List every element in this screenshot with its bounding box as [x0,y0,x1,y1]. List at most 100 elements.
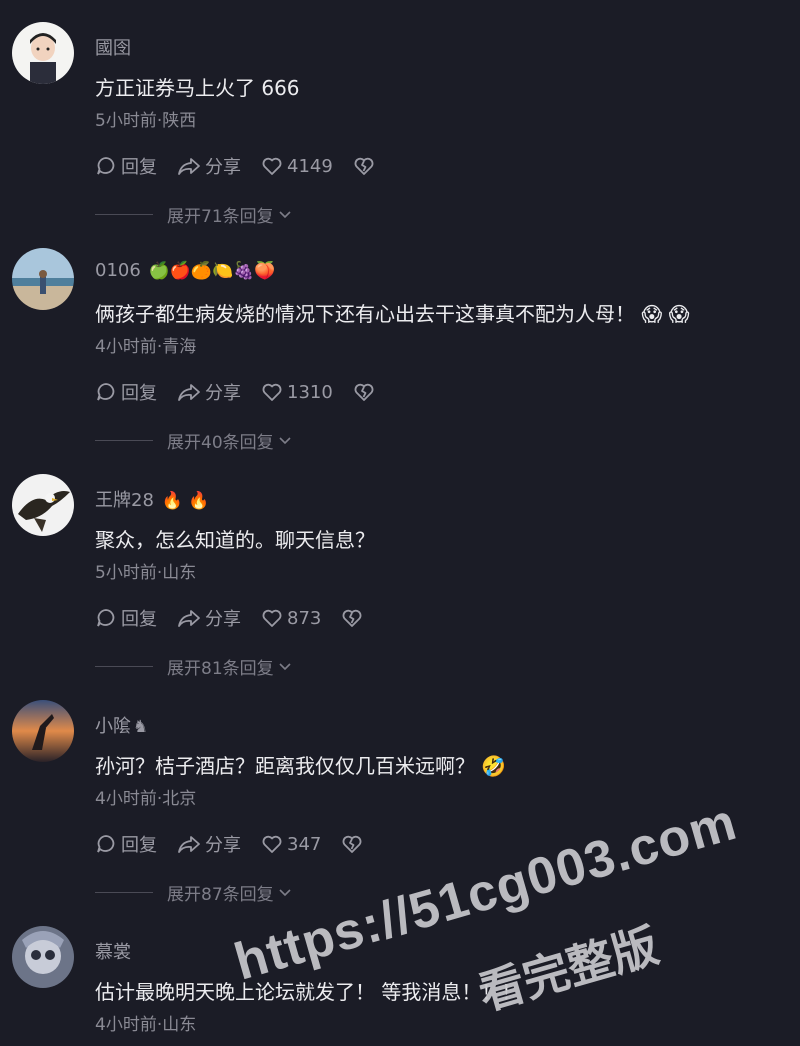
comment-text: 俩孩子都生病发烧的情况下还有心出去干这事真不配为人母！ 😱 😱 [95,298,689,327]
heart-icon [262,609,282,627]
username[interactable]: 國囹 [95,34,131,60]
broken-heart-icon [354,383,374,401]
username-text[interactable]: 小隂 [95,716,131,737]
divider-line [95,891,153,893]
comment-item: 王牌28 🔥 🔥 聚众，怎么知道的。聊天信息？ 5小时前·山东 回复 分享 87… [0,474,800,700]
reply-button[interactable]: 回复 [95,379,157,405]
divider-line [95,213,153,215]
reply-button[interactable]: 回复 [95,605,157,631]
username-text[interactable]: 慕裳 [95,942,131,963]
comment-text: 孙河？桔子酒店？距离我仅仅几百米远啊？ 🤣 [95,750,506,779]
reply-button[interactable]: 回复 [95,831,157,857]
like-count: 873 [287,607,322,629]
comment-body: 孙河？桔子酒店？距离我仅仅几百米远啊？ 🤣 [95,754,507,778]
username[interactable]: 王牌28 🔥 🔥 [95,486,209,512]
heart-icon [262,157,282,175]
like-count: 4149 [287,155,333,177]
username-emojis: ♞ [133,717,149,737]
chevron-down-icon [279,663,291,671]
comment-meta: 4小时前·青海 [95,337,197,357]
avatar[interactable] [12,926,74,988]
dislike-button[interactable] [341,833,367,855]
username-emojis: 🔥 🔥 [161,491,210,511]
chevron-down-icon [279,889,291,897]
comment-body: 聚众，怎么知道的。聊天信息？ [95,528,375,552]
username[interactable]: 慕裳 [95,938,131,964]
dislike-button[interactable] [353,155,379,177]
comment-actions: 回复 分享 4149 [95,154,399,178]
like-count: 1310 [287,381,333,403]
comment-actions: 回复 分享 873 [95,606,387,630]
chevron-down-icon [279,437,291,445]
expand-replies[interactable]: 展开71条回复 [95,202,292,227]
avatar[interactable] [12,700,74,762]
share-label: 分享 [205,157,241,178]
comment-meta: 4小时前·山东 [95,1015,197,1035]
reply-icon [97,383,115,401]
reply-icon [97,157,115,175]
like-button[interactable]: 1310 [261,381,333,403]
comment-text: 估计最晚明天晚上论坛就发了！ 等我消息！！！ [95,976,521,1005]
reply-label: 回复 [121,835,157,856]
dislike-button[interactable] [353,381,379,403]
expand-replies[interactable]: 展开40条回复 [95,428,292,453]
reply-icon [97,609,115,627]
share-icon [178,610,200,627]
broken-heart-icon [342,835,362,853]
share-icon [178,158,200,175]
dislike-button[interactable] [341,607,367,629]
expand-label: 展开87条回复 [167,884,274,905]
expand-label: 展开40条回复 [167,432,274,453]
reply-label: 回复 [121,383,157,404]
reply-icon [97,835,115,853]
like-count: 347 [287,833,322,855]
expand-replies[interactable]: 展开81条回复 [95,654,292,679]
heart-icon [262,383,282,401]
avatar[interactable] [12,22,74,84]
divider-line [95,665,153,667]
expand-label: 展开71条回复 [167,206,274,227]
share-button[interactable]: 分享 [177,605,241,631]
reply-button[interactable]: 回复 [95,153,157,179]
comment-meta: 4小时前·北京 [95,789,197,809]
comment-body: 估计最晚明天晚上论坛就发了！ 等我消息！！！ [95,980,522,1004]
username-text[interactable]: 王牌28 [95,490,154,511]
avatar[interactable] [12,248,74,310]
username-emojis: 🍏🍎🍊🍋🍇🍑 [148,261,276,281]
reply-label: 回复 [121,609,157,630]
comment-meta: 5小时前·山东 [95,563,197,583]
like-button[interactable]: 873 [261,607,321,629]
share-label: 分享 [205,609,241,630]
expand-label: 展开81条回复 [167,658,274,679]
broken-heart-icon [354,157,374,175]
comment-item: 0106 🍏🍎🍊🍋🍇🍑 俩孩子都生病发烧的情况下还有心出去干这事真不配为人母！ … [0,248,800,474]
comment-body: 俩孩子都生病发烧的情况下还有心出去干这事真不配为人母！ 😱 😱 [95,302,690,326]
share-label: 分享 [205,383,241,404]
heart-icon [262,835,282,853]
chevron-down-icon [279,211,291,219]
divider-line [95,439,153,441]
comment-actions: 回复 分享 347 [95,832,387,856]
like-button[interactable]: 4149 [261,155,333,177]
share-button[interactable]: 分享 [177,379,241,405]
share-icon [178,836,200,853]
share-button[interactable]: 分享 [177,153,241,179]
username-text[interactable]: 國囹 [95,38,131,59]
avatar[interactable] [12,474,74,536]
share-icon [178,384,200,401]
username-text[interactable]: 0106 [95,260,141,281]
share-label: 分享 [205,835,241,856]
expand-replies[interactable]: 展开87条回复 [95,880,292,905]
comment-item: 國囹 方正证券马上火了 666 5小时前·陕西 回复 分享 4149 展开71条… [0,22,800,248]
share-button[interactable]: 分享 [177,831,241,857]
username[interactable]: 小隂 ♞ [95,712,148,738]
reply-label: 回复 [121,157,157,178]
comment-body: 方正证券马上火了 666 [95,76,300,100]
comment-text: 聚众，怎么知道的。聊天信息？ [95,524,375,553]
comment-actions: 回复 分享 1310 [95,380,399,404]
comment-meta: 5小时前·陕西 [95,111,197,131]
comment-text: 方正证券马上火了 666 [95,72,300,101]
like-button[interactable]: 347 [261,833,321,855]
broken-heart-icon [342,609,362,627]
username[interactable]: 0106 🍏🍎🍊🍋🍇🍑 [95,260,276,281]
